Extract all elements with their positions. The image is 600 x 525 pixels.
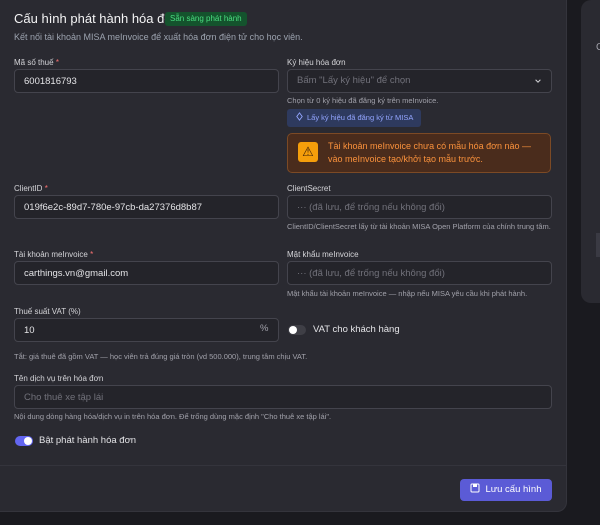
vat-input[interactable] xyxy=(14,318,279,342)
toggle-knob xyxy=(289,326,297,334)
side-panel-text: Cl xyxy=(596,42,600,53)
password-input[interactable] xyxy=(287,261,552,285)
tax-code-input[interactable] xyxy=(14,69,279,93)
invoice-config-panel: Cấu hình phát hành hóa đơn Sẵn sàng phát… xyxy=(0,0,567,512)
page-subtitle: Kết nối tài khoản MISA meInvoice để xuất… xyxy=(14,32,303,42)
fetch-symbols-label: Lấy ký hiệu đã đăng ký từ MISA xyxy=(307,113,414,122)
vat-unit: % xyxy=(260,323,269,334)
service-name-helper: Nội dung dòng hàng hóa/dịch vụ in trên h… xyxy=(14,412,332,421)
warning-text: Tài khoản meInvoice chưa có mẫu hóa đơn … xyxy=(328,141,532,164)
account-label: Tài khoản meInvoice * xyxy=(14,250,94,259)
enable-invoice-label: Bật phát hành hóa đơn xyxy=(39,435,137,446)
invoice-symbol-helper: Chọn từ 0 ký hiệu đã đăng ký trên meInvo… xyxy=(287,96,439,105)
client-id-label: ClientID * xyxy=(14,184,48,193)
service-name-label: Tên dịch vụ trên hóa đơn xyxy=(14,374,104,383)
vat-helper: Tắt: giá thuê đã gồm VAT — học viên trả … xyxy=(14,352,308,361)
refresh-icon xyxy=(296,112,303,121)
invoice-symbol-placeholder: Bấm "Lấy ký hiệu" để chọn xyxy=(297,75,411,86)
chevron-down-icon xyxy=(535,79,541,83)
fetch-symbols-button[interactable]: Lấy ký hiệu đã đăng ký từ MISA xyxy=(287,109,422,127)
vat-label: Thuế suất VAT (%) xyxy=(14,307,81,316)
page-title: Cấu hình phát hành hóa đơn xyxy=(14,11,181,26)
client-secret-input[interactable] xyxy=(287,195,552,219)
toggle-knob xyxy=(24,437,32,445)
footer-divider xyxy=(0,465,566,466)
warning-alert: ⚠ Tài khoản meInvoice chưa có mẫu hóa đơ… xyxy=(287,133,551,173)
save-label: Lưu cấu hình xyxy=(485,484,542,495)
vat-customer-label: VAT cho khách hàng xyxy=(313,324,400,335)
account-input[interactable] xyxy=(14,261,279,285)
password-helper: Mật khẩu tài khoản meInvoice — nhập nếu … xyxy=(287,289,528,298)
password-label: Mật khẩu meInvoice xyxy=(287,250,359,259)
service-name-input[interactable] xyxy=(14,385,552,409)
invoice-symbol-select[interactable]: Bấm "Lấy ký hiệu" để chọn xyxy=(287,69,552,93)
tax-code-label: Mã số thuế * xyxy=(14,58,59,67)
vat-customer-toggle[interactable] xyxy=(288,325,306,335)
client-id-input[interactable] xyxy=(14,195,279,219)
enable-invoice-toggle[interactable] xyxy=(15,436,33,446)
client-secret-helper: ClientID/ClientSecret lấy từ tài khoản M… xyxy=(287,222,551,231)
status-badge: Sẵn sàng phát hành xyxy=(165,12,247,26)
side-panel-accent xyxy=(596,233,600,257)
invoice-symbol-label: Ký hiệu hóa đơn xyxy=(287,58,346,67)
client-secret-label: ClientSecret xyxy=(287,184,331,193)
save-icon xyxy=(470,483,480,493)
warning-icon: ⚠ xyxy=(298,142,318,162)
save-button[interactable]: Lưu cấu hình xyxy=(460,479,552,501)
